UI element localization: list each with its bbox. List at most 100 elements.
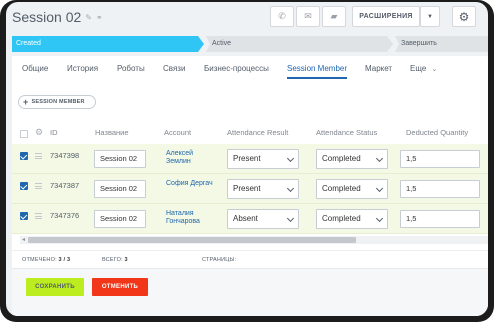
row-checkbox[interactable] [20,152,28,160]
selected-label: ОТМЕЧЕНО: [22,257,57,263]
tab-business-processes[interactable]: Бизнес-процессы [204,64,269,73]
tab-links[interactable]: Связи [163,64,185,73]
session-member-card: + SESSION MEMBER ⚙ ID Название Account A… [12,82,488,316]
settings-button[interactable]: ⚙ [452,6,476,27]
name-input[interactable]: Session 02 [94,180,146,198]
name-input[interactable]: Session 02 [94,150,146,168]
extensions-label: РАСШИРЕНИЯ [359,13,413,20]
action-bar: СОХРАНИТЬ ОТМЕНИТЬ [12,268,488,316]
drag-handle-icon[interactable] [35,183,42,189]
stage-close[interactable]: Завершить [395,36,488,52]
attendance-status-select[interactable]: Completed [316,209,388,229]
chevron-down-icon [375,154,384,163]
total-label: ВСЕГО: [102,257,123,263]
name-input[interactable]: Session 02 [94,210,146,228]
attendance-status-select[interactable]: Completed [316,149,388,169]
chevron-down-icon [375,214,384,223]
select-all-checkbox[interactable] [20,130,28,138]
chevron-down-icon [375,184,384,193]
caret-down-icon: ▼ [427,13,433,20]
chevron-down-icon [286,184,295,193]
total-count: ВСЕГО: 3 [102,257,128,263]
mail-icon: ✉ [304,11,312,21]
account-link[interactable]: Наталия Гончарова [166,210,216,226]
drag-handle-icon[interactable] [35,153,42,159]
page-title: Session 02 ✎ ⚭ [12,9,103,25]
attendance-result-value: Present [233,154,261,163]
scroll-left-icon[interactable]: ◂ [22,236,25,243]
row-checkbox[interactable] [20,212,28,220]
edit-icon[interactable]: ✎ [85,13,92,22]
selected-value: 3 / 3 [58,257,71,263]
selected-count: ОТМЕЧЕНО: 3 / 3 [22,257,70,263]
attendance-status-value: Completed [322,184,361,193]
table-footer: ОТМЕЧЕНО: 3 / 3 ВСЕГО: 3 СТРАНИЦЫ: [12,250,488,270]
chevron-down-icon [286,154,295,163]
table-row[interactable]: 7347387 Session 02 София Дергач Present … [12,174,488,204]
page-title-text: Session 02 [12,9,82,25]
phone-icon: ✆ [278,11,286,21]
chat-button[interactable]: ▰ [322,6,346,27]
deducted-quantity-input[interactable]: 1,5 [400,210,480,228]
row-id: 7347398 [50,151,80,160]
attendance-result-select[interactable]: Present [227,179,299,199]
stage-active[interactable]: Active [206,36,393,52]
attendance-status-value: Completed [322,154,361,163]
deducted-quantity-input[interactable]: 1,5 [400,150,480,168]
column-header-deducted-quantity[interactable]: Deducted Quantity [406,128,468,137]
tab-market[interactable]: Маркет [365,64,392,73]
column-header-name[interactable]: Название [95,128,129,137]
deducted-quantity-input[interactable]: 1,5 [400,180,480,198]
scrollbar-thumb[interactable] [28,237,356,243]
cancel-button[interactable]: ОТМЕНИТЬ [92,278,148,296]
horizontal-scrollbar[interactable]: ◂ [20,236,488,244]
attendance-status-value: Completed [322,214,361,223]
attendance-status-select[interactable]: Completed [316,179,388,199]
extensions-dropdown-button[interactable]: ▼ [420,6,440,27]
device-frame: Session 02 ✎ ⚭ ✆ ✉ ▰ РАСШИРЕНИЯ ▼ ⚙ Crea… [0,0,494,322]
tab-session-member[interactable]: Session Member [287,64,348,79]
chat-icon: ▰ [330,11,338,21]
save-button[interactable]: СОХРАНИТЬ [26,278,84,296]
drag-handle-icon[interactable] [35,213,42,219]
account-link[interactable]: Алексей Землин [166,150,216,166]
column-header-attendance-status[interactable]: Attendance Status [316,128,377,137]
attendance-result-value: Present [233,184,261,193]
attendance-result-select[interactable]: Present [227,149,299,169]
account-link[interactable]: София Дергач [166,180,216,188]
phone-button[interactable]: ✆ [270,6,294,27]
column-header-account[interactable]: Account [164,128,191,137]
chevron-down-icon [286,214,295,223]
table-row[interactable]: 7347398 Session 02 Алексей Землин Presen… [12,144,488,174]
add-session-member-label: SESSION MEMBER [31,99,85,105]
tab-robots[interactable]: Роботы [117,64,145,73]
row-id: 7347376 [50,211,80,220]
tab-more-label: Еще [410,64,427,73]
row-checkbox[interactable] [20,182,28,190]
add-session-member-button[interactable]: + SESSION MEMBER [18,95,96,109]
email-button[interactable]: ✉ [296,6,320,27]
plus-icon: + [23,96,29,107]
row-id: 7347387 [50,181,80,190]
pages-label: СТРАНИЦЫ: [202,257,237,263]
page-header: Session 02 ✎ ⚭ ✆ ✉ ▰ РАСШИРЕНИЯ ▼ ⚙ [6,2,488,32]
table-header: ⚙ ID Название Account Attendance Result … [12,122,488,144]
column-settings-icon[interactable]: ⚙ [35,127,43,138]
total-value: 3 [124,257,128,263]
tab-bar: Общие История Роботы Связи Бизнес-процес… [12,56,488,82]
attendance-result-select[interactable]: Absent [227,209,299,229]
table-row[interactable]: 7347376 Session 02 Наталия Гончарова Abs… [12,204,488,234]
column-header-id[interactable]: ID [50,128,58,137]
column-header-attendance-result[interactable]: Attendance Result [227,128,288,137]
attendance-result-value: Absent [233,214,258,223]
gear-icon: ⚙ [458,9,470,24]
tab-more[interactable]: Еще ⌄ [410,64,437,73]
tab-general[interactable]: Общие [22,64,48,73]
link-icon[interactable]: ⚭ [96,13,103,22]
chevron-down-icon: ⌄ [431,66,438,73]
app-window: Session 02 ✎ ⚭ ✆ ✉ ▰ РАСШИРЕНИЯ ▼ ⚙ Crea… [6,2,488,316]
tab-history[interactable]: История [67,64,98,73]
stage-bar: Created Active Завершить [12,36,488,52]
stage-created[interactable]: Created [12,36,204,52]
extensions-button[interactable]: РАСШИРЕНИЯ [352,6,420,27]
